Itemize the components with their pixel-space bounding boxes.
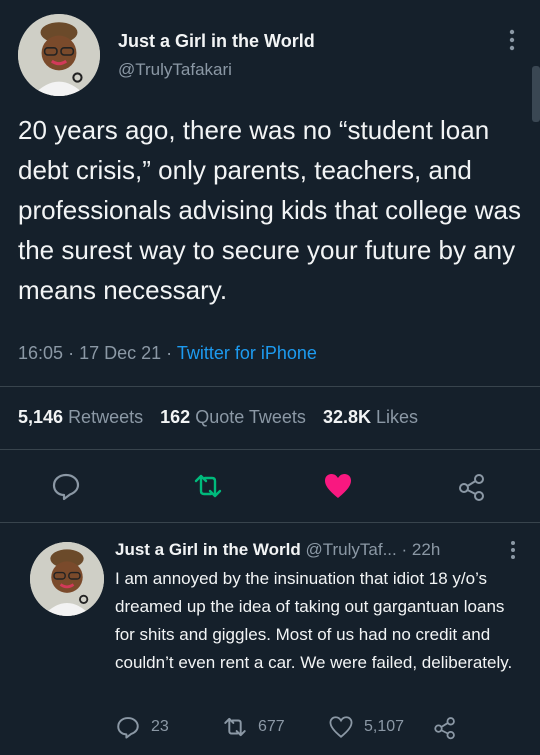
meta-separator: · xyxy=(166,343,177,363)
reply-age[interactable]: 22h xyxy=(412,540,440,559)
likes-stat[interactable]: 32.8K Likes xyxy=(323,407,418,427)
heart-icon[interactable] xyxy=(322,470,354,502)
divider xyxy=(0,386,540,387)
reply-share-button[interactable] xyxy=(432,713,468,741)
tweet-source-link[interactable]: Twitter for iPhone xyxy=(177,343,317,363)
author-name[interactable]: Just a Girl in the World xyxy=(118,31,315,52)
reply-header: Just a Girl in the World @TrulyTaf... · … xyxy=(115,540,440,560)
avatar-image xyxy=(30,542,104,616)
retweets-stat[interactable]: 5,146 Retweets xyxy=(18,407,143,427)
reply-author-handle[interactable]: @TrulyTaf... xyxy=(306,540,397,559)
retweets-label: Retweets xyxy=(68,407,144,427)
reply-replies-count: 23 xyxy=(151,718,169,735)
retweet-icon[interactable] xyxy=(192,470,224,502)
tweet-text: 20 years ago, there was no “student loan… xyxy=(18,115,521,305)
share-icon[interactable] xyxy=(456,470,488,502)
likes-label: Likes xyxy=(376,407,419,427)
author-avatar[interactable] xyxy=(18,14,100,96)
reply-likes-count: 5,107 xyxy=(364,718,405,735)
retweets-count: 5,146 xyxy=(18,407,64,427)
more-options-icon[interactable] xyxy=(502,26,522,54)
divider xyxy=(0,449,540,450)
meta-separator: · xyxy=(401,540,408,559)
reply-text: I am annoyed by the insinuation that idi… xyxy=(115,569,513,672)
avatar-image xyxy=(18,14,100,96)
share-icon xyxy=(434,717,455,740)
reply-retweet-button[interactable]: 677 xyxy=(222,713,285,741)
tweet-meta: 16:05 · 17 Dec 21 · Twitter for iPhone xyxy=(18,343,317,364)
divider xyxy=(0,522,540,523)
quotes-stat[interactable]: 162 Quote Tweets xyxy=(160,407,306,427)
quotes-count: 162 xyxy=(160,407,191,427)
reply-retweets-count: 677 xyxy=(258,718,285,735)
reply-reply-button[interactable]: 23 xyxy=(115,713,169,741)
reply-icon[interactable] xyxy=(50,470,82,502)
tweet-stats: 5,146 Retweets 162 Quote Tweets 32.8K Li… xyxy=(18,407,418,428)
retweet-icon xyxy=(224,717,246,737)
reply-more-options-icon[interactable] xyxy=(506,538,520,562)
author-handle[interactable]: @TrulyTafakari xyxy=(118,60,232,80)
reply-like-button[interactable]: 5,107 xyxy=(328,713,404,741)
reply-author-avatar[interactable] xyxy=(30,542,104,616)
scrollbar[interactable] xyxy=(532,66,540,122)
likes-count: 32.8K xyxy=(322,407,371,427)
heart-outline-icon xyxy=(329,716,353,738)
reply-icon xyxy=(117,717,139,739)
reply-author-name[interactable]: Just a Girl in the World xyxy=(115,540,301,559)
quotes-label: Quote Tweets xyxy=(195,407,306,427)
tweet-time: 16:05 xyxy=(18,343,64,363)
meta-separator: · xyxy=(68,343,80,363)
tweet-date: 17 Dec 21 xyxy=(79,343,162,363)
